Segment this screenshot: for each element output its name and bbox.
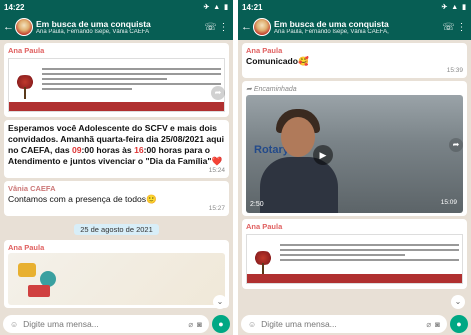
video-thumbnail[interactable]: Rotary ▶ 2:50 15:09: [246, 95, 463, 213]
back-arrow-icon[interactable]: ←: [3, 21, 14, 33]
status-bar: 14:21 ✈ ▲ ▮: [238, 0, 471, 14]
invitation-footer-strip: [247, 274, 462, 283]
status-time: 14:21: [242, 2, 263, 12]
message-placeholder: Digite uma mensa...: [261, 319, 337, 329]
left-phone-screen: 14:22 ✈ ▲ ▮ ← Em busca de uma conquista …: [0, 0, 233, 335]
love-emoji: 🥰: [298, 56, 309, 66]
message-sender: Ana Paula: [8, 46, 45, 55]
invitation-image[interactable]: 15:18: [8, 58, 225, 112]
chat-title: Em busca de uma conquista: [36, 19, 151, 29]
composer-bar: ☺ Digite uma mensa... ⌀ ◙ ●: [238, 313, 471, 335]
message-list[interactable]: Ana Paula Comunicado🥰 15:39 ➦ Encaminhad…: [238, 40, 471, 313]
chat-members: Ana Paula, Fernando Isepe, Vânia CAEFA,: [274, 29, 389, 35]
play-icon[interactable]: ▶: [313, 145, 333, 165]
scroll-down-icon[interactable]: ⌄: [213, 295, 227, 309]
video-duration: 2:50: [250, 201, 264, 208]
message-text: Contamos com a presença de todos🙂: [8, 194, 225, 205]
message-text-body: Comunicado: [246, 56, 299, 66]
more-vert-icon[interactable]: ⋮: [217, 22, 230, 33]
image-message[interactable]: Ana Paula 16:00: [242, 219, 467, 289]
message-input[interactable]: ☺ Digite uma mensa... ⌀ ◙: [241, 315, 447, 333]
camera-icon[interactable]: ◙: [435, 320, 440, 329]
image-message[interactable]: Ana Paula: [4, 240, 229, 308]
chat-title-block[interactable]: Em busca de uma conquista Ana Paula, Fer…: [274, 19, 442, 35]
message-input[interactable]: ☺ Digite uma mensa... ⌀ ◙: [3, 315, 209, 333]
more-vert-icon[interactable]: ⋮: [455, 22, 468, 33]
invitation-footer-strip: [9, 102, 224, 111]
text-message[interactable]: Vânia CAEFA Contamos com a presença de t…: [4, 181, 229, 216]
group-avatar[interactable]: [15, 18, 33, 36]
message-time: 16:00: [439, 269, 456, 276]
message-time: 15:09: [440, 199, 457, 206]
message-text-body: Contamos com a presença de todos: [8, 194, 147, 204]
image-message[interactable]: Ana Paula 15:18: [4, 43, 229, 117]
forward-icon[interactable]: ➦: [211, 86, 225, 100]
group-avatar[interactable]: [253, 18, 271, 36]
photo-thumbnail[interactable]: [8, 253, 225, 305]
message-text: Comunicado🥰: [246, 56, 463, 67]
text-message[interactable]: Ana Paula Comunicado🥰 15:39: [242, 43, 467, 78]
date-chip: 25 de agosto de 2021: [74, 224, 159, 235]
status-icons: ✈ ▲ ▮: [441, 4, 467, 11]
end-hour: 16: [134, 145, 144, 155]
message-text-part2: :00 horas às: [81, 145, 135, 155]
attach-icon[interactable]: ⌀: [188, 320, 193, 329]
video-message[interactable]: ➦ Encaminhada Rotary ▶ 2:50 15:09: [242, 81, 467, 216]
camera-icon[interactable]: ◙: [197, 320, 202, 329]
scroll-down-icon[interactable]: ⌄: [451, 295, 465, 309]
mic-icon[interactable]: ●: [212, 315, 230, 333]
status-bar: 14:22 ✈ ▲ ▮: [0, 0, 233, 14]
message-sender: Ana Paula: [246, 222, 283, 231]
chat-header: ← Em busca de uma conquista Ana Paula, F…: [238, 14, 471, 40]
start-hour: 09: [71, 145, 82, 155]
forward-icon[interactable]: ➦: [449, 138, 463, 152]
date-separator: 25 de agosto de 2021: [4, 219, 229, 237]
call-add-icon[interactable]: ☏: [204, 22, 217, 33]
mic-icon[interactable]: ●: [450, 315, 468, 333]
heart-emoji: ❤️: [211, 156, 223, 166]
emoji-icon[interactable]: ☺: [10, 320, 18, 329]
text-message[interactable]: Esperamos você Adolescente do SCFV e mai…: [4, 120, 229, 178]
message-sender: Vânia CAEFA: [8, 184, 56, 193]
message-sender: Ana Paula: [8, 243, 45, 252]
message-time: 15:39: [446, 67, 463, 74]
status-icons: ✈ ▲ ▮: [203, 4, 229, 11]
smile-emoji: 🙂: [146, 194, 157, 204]
forwarded-label: ➦ Encaminhada: [246, 86, 297, 93]
message-list[interactable]: Ana Paula 15:18 ➦ Esperamos você Adolesc…: [0, 40, 233, 313]
status-time: 14:22: [4, 2, 25, 12]
message-time: 15:24: [208, 167, 225, 174]
message-text: Esperamos você Adolescente do SCFV e mai…: [8, 123, 225, 167]
chat-members: Ana Paula, Fernando Isepe, Vânia CAEFA: [36, 29, 150, 35]
chat-title: Em busca de uma conquista: [274, 19, 389, 29]
right-phone-screen: 14:21 ✈ ▲ ▮ ← Em busca de uma conquista …: [238, 0, 471, 335]
chat-header: ← Em busca de uma conquista Ana Paula, F…: [0, 14, 233, 40]
attach-icon[interactable]: ⌀: [426, 320, 431, 329]
invitation-image[interactable]: 16:00: [246, 234, 463, 284]
composer-bar: ☺ Digite uma mensa... ⌀ ◙ ●: [0, 313, 233, 335]
call-add-icon[interactable]: ☏: [442, 22, 455, 33]
back-arrow-icon[interactable]: ←: [241, 21, 252, 33]
emoji-icon[interactable]: ☺: [248, 320, 256, 329]
message-time: 15:27: [208, 205, 225, 212]
chat-title-block[interactable]: Em busca de uma conquista Ana Paula, Fer…: [36, 19, 204, 35]
message-placeholder: Digite uma mensa...: [23, 319, 99, 329]
message-sender: Ana Paula: [246, 46, 283, 55]
forwarded-text: Encaminhada: [253, 86, 297, 93]
